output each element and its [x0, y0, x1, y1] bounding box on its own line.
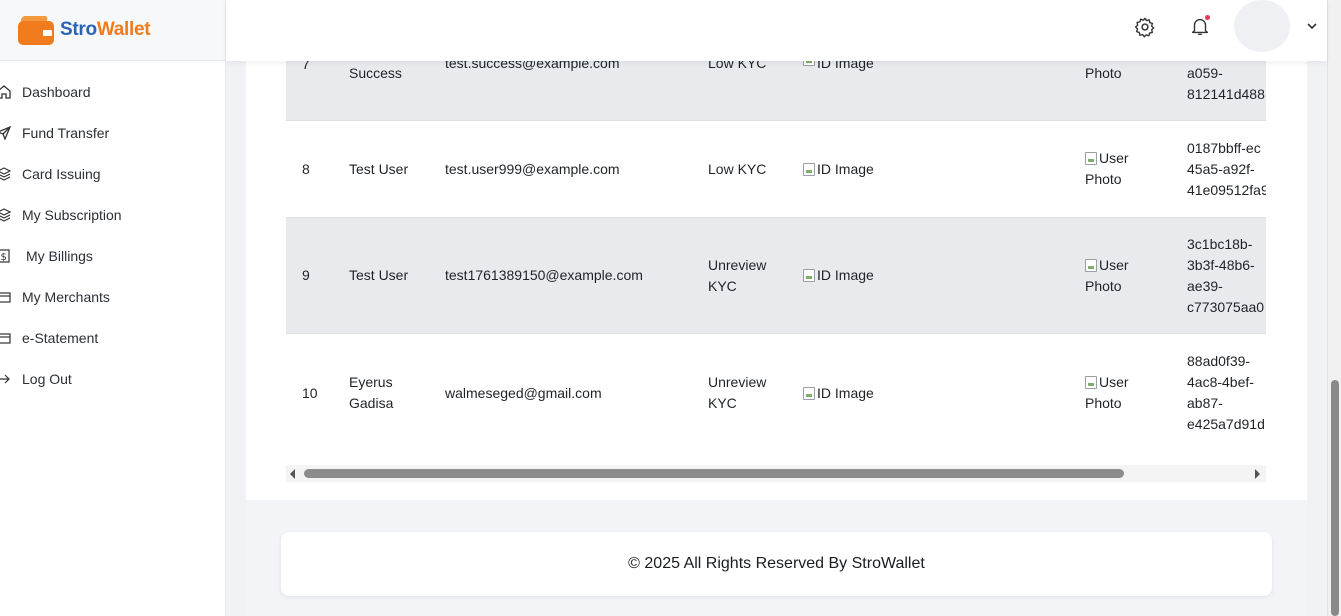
table-row: 9 Test User test1761389150@example.com U…: [286, 218, 1266, 334]
footer: © 2025 All Rights Reserved By StroWallet: [281, 532, 1272, 596]
store-icon: [0, 290, 22, 304]
cell-user-photo: User Photo: [1085, 374, 1129, 411]
sidebar-item-dashboard[interactable]: Dashboard: [0, 71, 225, 112]
sidebar-item-log-out[interactable]: Log Out: [0, 358, 225, 399]
broken-image-icon: [803, 162, 815, 176]
sidebar-item-label: Dashboard: [22, 83, 91, 100]
broken-image-icon: [1085, 258, 1097, 272]
notification-dot: [1205, 15, 1210, 20]
sidebar-item-card-issuing[interactable]: Card Issuing: [0, 153, 225, 194]
layers-icon: [0, 166, 22, 181]
sidebar-item-label: My Merchants: [22, 288, 110, 305]
footer-text: © 2025 All Rights Reserved By StroWallet: [628, 555, 925, 572]
cell-id: 10: [302, 384, 318, 401]
svg-text:$: $: [1, 252, 7, 263]
table-horizontal-scrollbar[interactable]: [286, 465, 1266, 482]
statement-icon: [0, 331, 22, 345]
sidebar-item-my-billings[interactable]: $ My Billings: [0, 235, 225, 276]
sidebar-item-my-merchants[interactable]: My Merchants: [0, 276, 225, 317]
users-table: 7 Success test.success@example.com Low K…: [286, 20, 1266, 440]
sidebar-item-label: e-Statement: [22, 329, 99, 346]
sidebar-item-label: Log Out: [22, 370, 72, 387]
cell-user-photo: User Photo: [1085, 256, 1129, 294]
cell-id-image: ID Image: [803, 334, 943, 440]
sidebar-item-fund-transfer[interactable]: Fund Transfer: [0, 112, 225, 153]
broken-image-icon: [1085, 376, 1097, 389]
cell-name: Test User: [349, 267, 409, 283]
logout-icon: [0, 372, 22, 386]
cell-email: walmeseged@gmail.com: [445, 384, 602, 401]
cell-uuid: 0187bbff-ec 45a5-a92f- 41e09512fa9: [1187, 139, 1266, 198]
cell-kyc: Unreview KYC: [708, 256, 767, 294]
cell-id: 9: [302, 267, 310, 283]
sidebar-nav: Dashboard Fund Transfer Card Issuing My …: [0, 61, 225, 399]
avatar[interactable]: [1234, 0, 1290, 52]
cell-email: test.user999@example.com: [445, 160, 620, 177]
sidebar-item-my-subscription[interactable]: My Subscription: [0, 194, 225, 235]
page-vertical-scrollbar[interactable]: [1327, 0, 1341, 616]
cell-user-photo: User Photo: [1085, 150, 1129, 187]
broken-image-icon: [803, 386, 815, 400]
sidebar-item-e-statement[interactable]: e-Statement: [0, 317, 225, 358]
table-row: 10 Eyerus Gadisa walmeseged@gmail.com Unr…: [286, 334, 1266, 440]
cell-id-image: ID Image: [803, 218, 943, 333]
sidebar: StroWallet Dashboard Fund Transfer Card …: [0, 0, 226, 616]
sidebar-item-label: My Billings: [26, 247, 93, 264]
bell-icon[interactable]: [1189, 15, 1213, 39]
scroll-right-arrow-icon[interactable]: [1255, 469, 1260, 479]
dollar-icon: $: [0, 248, 22, 263]
chevron-down-icon[interactable]: [1306, 18, 1318, 34]
cell-uuid: 3c1bc18b- 3b3f-48b6- ae39- c773075aa0: [1187, 235, 1265, 315]
gear-icon[interactable]: [1134, 16, 1156, 38]
scrollbar-thumb[interactable]: [304, 469, 1124, 478]
sidebar-item-label: My Subscription: [22, 206, 122, 223]
cell-id: 8: [302, 160, 310, 177]
table-row: 8 Test User test.user999@example.com Low…: [286, 121, 1266, 218]
top-bar: [226, 0, 1327, 61]
layers-icon: [0, 207, 22, 222]
cell-email: test1761389150@example.com: [445, 267, 643, 283]
cell-kyc: Low KYC: [708, 160, 767, 177]
cell-name: Test User: [349, 160, 409, 177]
home-icon: [0, 84, 22, 99]
cell-uuid: 88ad0f39- 4ac8-4bef-ab87- e425a7d91d: [1187, 353, 1265, 432]
main-content: 7 Success test.success@example.com Low K…: [246, 0, 1307, 616]
broken-image-icon: [1085, 152, 1097, 165]
cell-kyc: Unreview KYC: [708, 374, 767, 411]
brand-logo-area[interactable]: StroWallet: [0, 0, 225, 61]
cell-id-image: ID Image: [803, 121, 943, 217]
wallet-logo-icon: [18, 15, 56, 45]
broken-image-icon: [803, 269, 815, 282]
scroll-left-arrow-icon[interactable]: [290, 469, 295, 479]
sidebar-item-label: Fund Transfer: [22, 124, 110, 141]
scrollbar-thumb[interactable]: [1331, 380, 1339, 616]
send-icon: [0, 125, 22, 140]
brand-name: StroWallet: [60, 19, 151, 40]
sidebar-item-label: Card Issuing: [22, 165, 101, 182]
cell-name: Eyerus Gadisa: [349, 374, 394, 411]
